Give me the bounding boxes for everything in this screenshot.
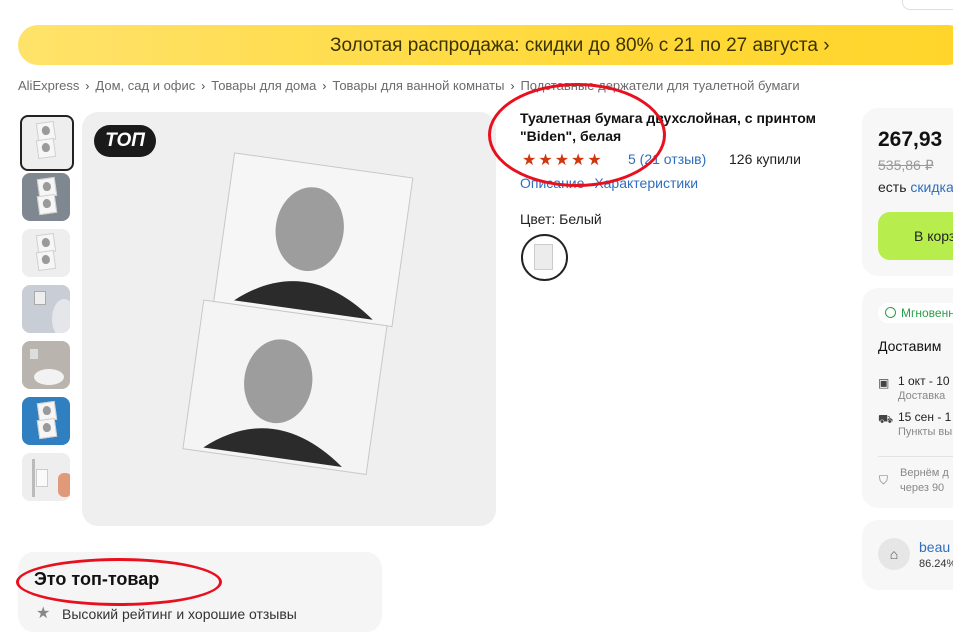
delivery-option-date[interactable]: 15 сен - 1 — [898, 410, 951, 424]
sold-count: 126 купили — [729, 151, 801, 167]
top-product-reason: Высокий рейтинг и хорошие отзывы — [62, 606, 297, 622]
chevron-right-icon: › — [201, 79, 206, 93]
top-badge: ТОП — [94, 125, 156, 157]
delivery-option-type: Доставка — [898, 390, 946, 402]
delivery-option-type: Пункты вы — [898, 426, 953, 438]
price: 267,93 — [878, 128, 943, 151]
clock-icon — [885, 307, 896, 318]
star-icon: ★ — [36, 605, 51, 622]
thumbnail[interactable] — [22, 173, 70, 221]
description-link[interactable]: Описание — [520, 175, 584, 191]
truck-icon: ⛟ — [878, 412, 894, 426]
product-links: Описание Характеристики — [520, 175, 698, 191]
thumbnail[interactable] — [22, 453, 70, 501]
old-price: 535,86 ₽ — [878, 157, 934, 173]
store-rating: 86.24% — [919, 558, 953, 570]
chevron-right-icon: › — [510, 79, 515, 93]
return-policy-line: Вернём д — [900, 467, 949, 479]
box-icon: ▣ — [878, 376, 890, 390]
breadcrumb-item[interactable]: Товары для дома — [211, 78, 316, 93]
delivery-option-date[interactable]: 1 окт - 10 — [898, 374, 950, 388]
main-product-image[interactable] — [82, 112, 496, 526]
shield-icon: ⛉ — [879, 473, 889, 487]
discount-link[interactable]: скидка — [910, 179, 953, 195]
breadcrumb-item[interactable]: Товары для ванной комнаты — [332, 78, 504, 93]
breadcrumb-item[interactable]: Подставные держатели для туалетной бумаг… — [520, 78, 799, 93]
discount-prefix: есть — [878, 179, 907, 195]
rating-reviews-link[interactable]: 5 (21 отзыв) — [628, 151, 706, 167]
return-policy: Вернём д через 90 — [900, 466, 949, 496]
chevron-right-icon: › — [85, 79, 90, 93]
top-product-title: Это топ-товар — [34, 569, 160, 589]
sale-banner-text: Золотая распродажа: скидки до 80% с 21 п… — [330, 35, 830, 56]
divider — [878, 456, 953, 457]
discount-line: есть скидка — [878, 179, 953, 195]
delivery-title: Доставим — [878, 338, 942, 354]
breadcrumb-item[interactable]: Дом, сад и офис — [95, 78, 195, 93]
return-policy-line: через 90 — [900, 482, 945, 494]
top-right-pill[interactable] — [902, 0, 953, 10]
breadcrumb-item[interactable]: AliExpress — [18, 78, 79, 93]
thumbnail[interactable] — [22, 285, 70, 333]
specs-link[interactable]: Характеристики — [594, 175, 698, 191]
color-swatch-white[interactable] — [521, 234, 568, 281]
store-icon[interactable]: ⌂ — [878, 538, 910, 570]
thumbnail[interactable] — [22, 229, 70, 277]
thumbnail[interactable] — [22, 397, 70, 445]
store-name-link[interactable]: beau — [919, 539, 950, 555]
thumbnail[interactable] — [22, 341, 70, 389]
rating-stars-icon: ★★★★★ — [522, 152, 604, 169]
color-label: Цвет: Белый — [520, 211, 602, 227]
add-to-cart-label: В корзину — [914, 228, 953, 244]
thumbnail[interactable] — [20, 115, 74, 171]
chevron-right-icon: › — [322, 79, 327, 93]
toilet-paper-roll-image — [182, 152, 414, 475]
product-title: Туалетная бумага двухслойная, с принтом … — [520, 110, 816, 144]
breadcrumb: AliExpress › Дом, сад и офис › Товары для до… — [18, 78, 800, 93]
instant-badge-label: Мгновенно — [901, 306, 953, 320]
